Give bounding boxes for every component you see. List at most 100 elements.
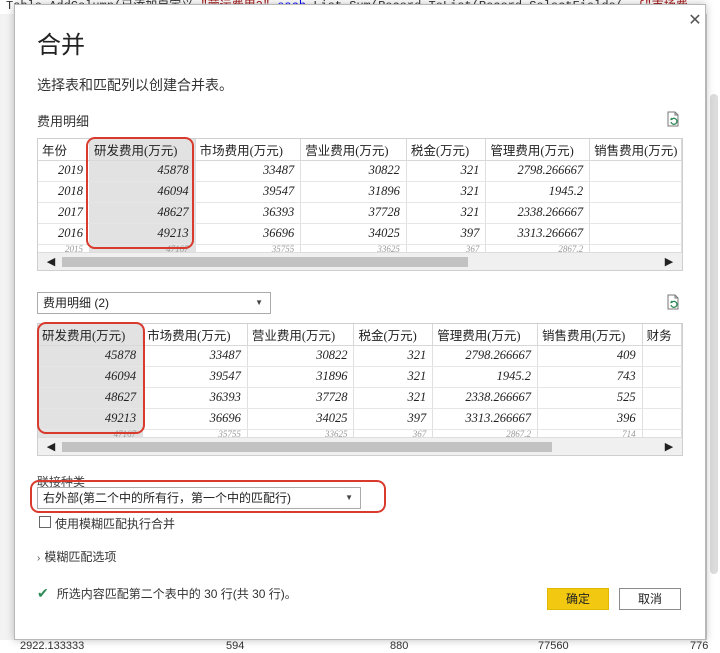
column-header-admin[interactable]: 管理费用(万元) <box>485 139 591 161</box>
background-scrollbar-thumb[interactable] <box>710 94 718 574</box>
table-cell: 2338.266667 <box>485 202 591 224</box>
match-status: ✔ 所选内容匹配第二个表中的 30 行(共 30 行)。 <box>37 585 297 602</box>
column-header-rd-expense[interactable]: 研发费用(万元) <box>38 324 144 346</box>
column-header-marketing[interactable]: 市场费用(万元) <box>142 324 248 346</box>
column-header-sales[interactable]: 销售费用(万元) <box>589 139 682 161</box>
scroll-left-icon[interactable]: ◀ <box>42 438 60 455</box>
background-scrollbar[interactable] <box>706 14 720 640</box>
refresh-preview-icon[interactable] <box>665 111 681 127</box>
table-cell: 30822 <box>247 345 355 367</box>
table-cell: 36696 <box>142 408 248 430</box>
close-icon[interactable]: ✕ <box>687 13 703 29</box>
cancel-button[interactable]: 取消 <box>619 588 681 610</box>
background-left-strip <box>0 14 14 640</box>
table-cell: 45878 <box>89 160 196 182</box>
background-bottom-row: 2922.133333 594 880 77560 776 <box>0 640 720 653</box>
table-cell: 37728 <box>300 202 407 224</box>
column-header-operating[interactable]: 营业费用(万元) <box>247 324 355 346</box>
table-cell: 1945.2 <box>432 366 538 388</box>
table-cell: 30822 <box>300 160 407 182</box>
table-cell: 397 <box>353 408 434 430</box>
table-cell: 321 <box>406 181 487 203</box>
table-cell: 3313.266667 <box>432 408 538 430</box>
second-table-select-value: 费用明细 (2) <box>43 296 110 310</box>
table-cell: 2016 <box>38 223 91 245</box>
chevron-down-icon: ▼ <box>255 298 263 307</box>
table-cell: 321 <box>406 160 487 182</box>
second-table-hscroll[interactable]: ◀ ▶ <box>38 437 682 455</box>
table-cell: 34025 <box>247 408 355 430</box>
column-header-admin[interactable]: 管理费用(万元) <box>432 324 538 346</box>
column-header-tax[interactable]: 税金(万元) <box>353 324 434 346</box>
column-header-year[interactable]: 年份 <box>38 139 91 161</box>
table-cell: 396 <box>537 408 643 430</box>
second-table-preview[interactable]: 研发费用(万元) 市场费用(万元) 营业费用(万元) 税金(万元) 管理费用(万… <box>37 323 683 456</box>
table-cell <box>642 345 682 367</box>
checkmark-icon: ✔ <box>37 585 49 601</box>
table-cell: 49213 <box>89 223 196 245</box>
table-cell <box>642 366 682 388</box>
table-cell: 2017 <box>38 202 91 224</box>
column-header-finance[interactable]: 财务 <box>642 324 682 346</box>
refresh-preview-icon[interactable] <box>665 294 681 310</box>
table-cell <box>589 223 682 245</box>
column-header-marketing[interactable]: 市场费用(万元) <box>195 139 302 161</box>
table-cell <box>642 408 682 430</box>
table-row: 2018 46094 39547 31896 321 1945.2 <box>38 181 682 203</box>
column-header-sales[interactable]: 销售费用(万元) <box>537 324 643 346</box>
first-table-hscroll[interactable]: ◀ ▶ <box>38 252 682 270</box>
fuzzy-options-expander[interactable]: › 模糊匹配选项 <box>37 548 116 565</box>
table-cell: 48627 <box>38 387 144 409</box>
join-kind-select[interactable]: 右外部(第二个中的所有行，第一个中的匹配行) ▼ <box>37 487 361 509</box>
bottom-value: 594 <box>226 640 245 652</box>
second-table-grid: 研发费用(万元) 市场费用(万元) 营业费用(万元) 税金(万元) 管理费用(万… <box>38 324 682 442</box>
table-cell: 321 <box>353 387 434 409</box>
merge-dialog: ✕ 合并 选择表和匹配列以创建合并表。 费用明细 年份 研发费用(万元) 市场费… <box>14 4 706 640</box>
table-cell: 46094 <box>38 366 144 388</box>
first-table-grid: 年份 研发费用(万元) 市场费用(万元) 营业费用(万元) 税金(万元) 管理费… <box>38 139 682 257</box>
scroll-right-icon[interactable]: ▶ <box>660 438 678 455</box>
ok-button[interactable]: 确定 <box>547 588 609 610</box>
column-header-tax[interactable]: 税金(万元) <box>406 139 487 161</box>
fuzzy-match-checkbox-label[interactable]: 使用模糊匹配执行合并 <box>55 515 175 532</box>
bottom-value: 880 <box>390 640 409 652</box>
table-row: 45878 33487 30822 321 2798.266667 409 <box>38 345 682 367</box>
table-cell: 2338.266667 <box>432 387 538 409</box>
table-cell: 525 <box>537 387 643 409</box>
table-cell: 36393 <box>195 202 302 224</box>
fuzzy-match-checkbox[interactable] <box>39 516 51 528</box>
table-row: 49213 36696 34025 397 3313.266667 396 <box>38 408 682 430</box>
table-cell: 33487 <box>195 160 302 182</box>
scroll-thumb[interactable] <box>62 257 468 267</box>
join-kind-select-value: 右外部(第二个中的所有行，第一个中的匹配行) <box>43 491 291 505</box>
table-cell: 2019 <box>38 160 91 182</box>
column-header-operating[interactable]: 营业费用(万元) <box>300 139 407 161</box>
table-cell: 321 <box>353 366 434 388</box>
scroll-thumb[interactable] <box>62 442 552 452</box>
table-cell: 409 <box>537 345 643 367</box>
scroll-right-icon[interactable]: ▶ <box>660 253 678 270</box>
table-cell: 743 <box>537 366 643 388</box>
table-cell: 36696 <box>195 223 302 245</box>
bottom-value: 77560 <box>538 640 569 652</box>
table-row: 2019 45878 33487 30822 321 2798.266667 <box>38 160 682 182</box>
bottom-value: 2922.133333 <box>20 640 85 652</box>
bottom-value: 776 <box>690 640 709 652</box>
second-table-select[interactable]: 费用明细 (2) ▼ <box>37 292 271 314</box>
column-header-rd-expense[interactable]: 研发费用(万元) <box>89 139 196 161</box>
table-cell: 34025 <box>300 223 407 245</box>
table-row: 48627 36393 37728 321 2338.266667 525 <box>38 387 682 409</box>
table-cell: 3313.266667 <box>485 223 591 245</box>
match-status-text: 所选内容匹配第二个表中的 30 行(共 30 行)。 <box>56 587 297 601</box>
chevron-down-icon: ▼ <box>345 493 353 502</box>
first-table-preview[interactable]: 年份 研发费用(万元) 市场费用(万元) 营业费用(万元) 税金(万元) 管理费… <box>37 138 683 271</box>
dialog-title: 合并 <box>37 32 85 59</box>
table-cell <box>642 387 682 409</box>
scroll-left-icon[interactable]: ◀ <box>42 253 60 270</box>
first-table-name: 费用明细 <box>37 114 90 129</box>
table-cell: 39547 <box>142 366 248 388</box>
chevron-right-icon: › <box>37 553 41 564</box>
dialog-description: 选择表和匹配列以创建合并表。 <box>37 77 233 93</box>
fuzzy-options-label: 模糊匹配选项 <box>44 550 117 564</box>
table-cell: 2798.266667 <box>432 345 538 367</box>
